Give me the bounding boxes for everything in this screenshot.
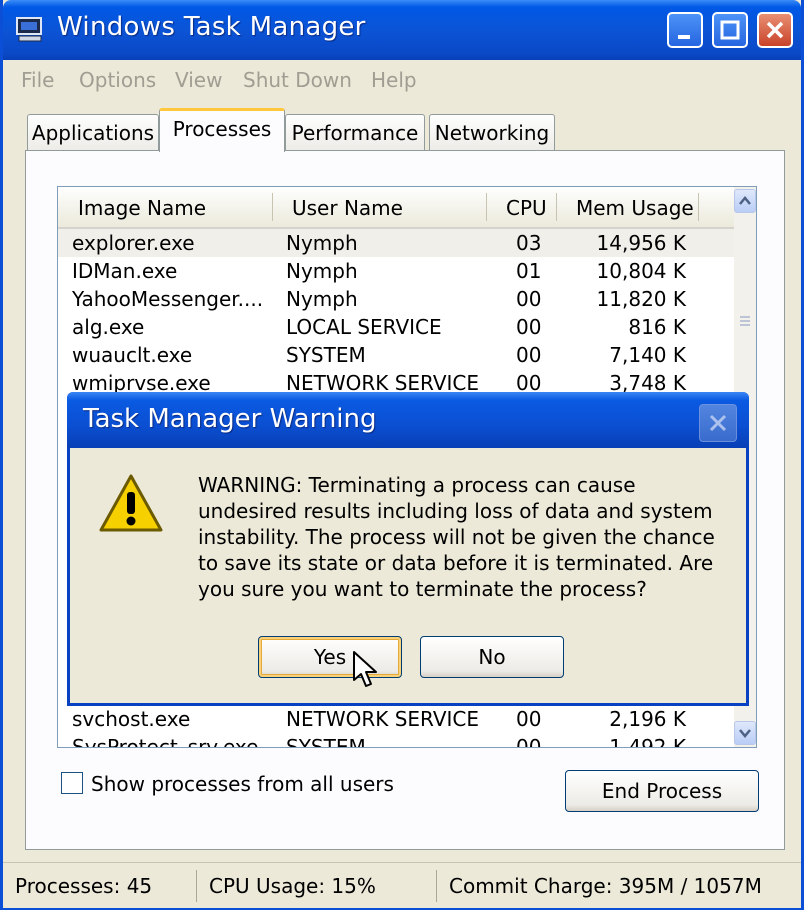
menu-file[interactable]: File bbox=[21, 68, 54, 92]
mem-usage-cell: 10,804 K bbox=[596, 259, 686, 283]
user-name-cell: Nymph bbox=[286, 231, 358, 255]
user-name-cell: Nymph bbox=[286, 287, 358, 311]
column-cpu[interactable]: CPU bbox=[506, 196, 547, 220]
warning-message: WARNING: Terminating a process can cause… bbox=[198, 473, 715, 601]
table-row[interactable]: wuauclt.exe SYSTEM 00 7,140 K bbox=[58, 341, 734, 369]
mouse-pointer-icon bbox=[353, 651, 377, 687]
mem-usage-cell: 7,140 K bbox=[609, 343, 686, 367]
image-name-cell: YahooMessenger.... bbox=[72, 287, 264, 311]
show-all-users-checkbox[interactable] bbox=[61, 772, 83, 794]
menu-options[interactable]: Options bbox=[79, 68, 156, 92]
column-mem-usage[interactable]: Mem Usage bbox=[576, 196, 694, 220]
yes-button[interactable]: Yes bbox=[258, 636, 402, 678]
close-icon bbox=[709, 414, 727, 432]
tab-processes[interactable]: Processes bbox=[159, 108, 285, 152]
maximize-button[interactable] bbox=[712, 12, 748, 48]
chevron-up-icon bbox=[739, 196, 751, 205]
image-name-cell: wuauclt.exe bbox=[72, 343, 193, 367]
table-row[interactable]: IDMan.exe Nymph 01 10,804 K bbox=[58, 257, 734, 285]
chevron-down-icon bbox=[739, 729, 751, 738]
title-bar[interactable]: Windows Task Manager bbox=[3, 0, 801, 60]
status-processes: Processes: 45 bbox=[7, 870, 197, 902]
user-name-cell: NETWORK SERVICE bbox=[286, 707, 480, 731]
tab-networking[interactable]: Networking bbox=[429, 114, 555, 152]
user-name-cell: SYSTEM bbox=[286, 343, 366, 367]
user-name-cell: SYSTEM bbox=[286, 735, 366, 748]
status-commit-charge: Commit Charge: 395M / 1057M bbox=[449, 874, 762, 898]
column-user-name[interactable]: User Name bbox=[292, 196, 403, 220]
table-row[interactable]: svchost.exe NETWORK SERVICE 00 2,196 K bbox=[58, 705, 734, 733]
minimize-button[interactable] bbox=[667, 12, 703, 48]
scroll-up-button[interactable] bbox=[734, 189, 756, 213]
image-name-cell: explorer.exe bbox=[72, 231, 195, 255]
user-name-cell: Nymph bbox=[286, 259, 358, 283]
image-name-cell: SysProtect_srv.exe bbox=[72, 735, 259, 748]
end-process-button[interactable]: End Process bbox=[565, 770, 759, 812]
table-row[interactable]: YahooMessenger.... Nymph 00 11,820 K bbox=[58, 285, 734, 313]
table-row[interactable]: alg.exe LOCAL SERVICE 00 816 K bbox=[58, 313, 734, 341]
task-manager-warning-dialog: Task Manager Warning WARNING: Terminatin… bbox=[67, 392, 749, 706]
scroll-down-button[interactable] bbox=[734, 721, 756, 745]
dialog-close-button[interactable] bbox=[699, 404, 737, 442]
column-divider[interactable] bbox=[486, 193, 487, 221]
user-name-cell: LOCAL SERVICE bbox=[286, 315, 442, 339]
column-image-name[interactable]: Image Name bbox=[78, 196, 206, 220]
maximize-icon bbox=[720, 20, 740, 40]
close-icon bbox=[766, 21, 784, 39]
window-title: Windows Task Manager bbox=[57, 12, 366, 42]
status-cpu-usage: CPU Usage: 15% bbox=[201, 870, 437, 902]
mem-usage-cell: 2,196 K bbox=[609, 707, 686, 731]
column-divider[interactable] bbox=[272, 193, 273, 221]
close-button[interactable] bbox=[757, 12, 793, 48]
minimize-icon bbox=[678, 35, 690, 39]
mem-usage-cell: 1,492 K bbox=[609, 735, 686, 748]
dialog-title: Task Manager Warning bbox=[83, 404, 377, 434]
image-name-cell: alg.exe bbox=[72, 315, 145, 339]
dialog-title-bar[interactable]: Task Manager Warning bbox=[67, 392, 749, 448]
column-divider[interactable] bbox=[556, 193, 557, 221]
table-row[interactable]: explorer.exe Nymph 03 14,956 K bbox=[58, 229, 734, 257]
warning-triangle-icon bbox=[99, 474, 163, 532]
grip-icon bbox=[740, 316, 750, 326]
menu-shut-down[interactable]: Shut Down bbox=[243, 68, 352, 92]
tab-applications[interactable]: Applications bbox=[27, 114, 159, 152]
show-all-users-label[interactable]: Show processes from all users bbox=[91, 772, 394, 796]
task-manager-icon bbox=[16, 17, 42, 42]
tab-performance[interactable]: Performance bbox=[285, 114, 425, 152]
menu-help[interactable]: Help bbox=[371, 68, 417, 92]
table-row[interactable]: SysProtect_srv.exe SYSTEM 00 1,492 K bbox=[58, 733, 734, 748]
mem-usage-cell: 14,956 K bbox=[596, 231, 686, 255]
column-divider[interactable] bbox=[698, 193, 699, 221]
scroll-thumb[interactable] bbox=[735, 307, 755, 337]
mem-usage-cell: 11,820 K bbox=[596, 287, 686, 311]
no-button[interactable]: No bbox=[420, 636, 564, 678]
menu-view[interactable]: View bbox=[175, 68, 222, 92]
task-manager-window: Windows Task Manager File Options View S… bbox=[0, 0, 804, 910]
image-name-cell: IDMan.exe bbox=[72, 259, 178, 283]
mem-usage-cell: 816 K bbox=[628, 315, 686, 339]
image-name-cell: svchost.exe bbox=[72, 707, 191, 731]
process-list-header: Image Name User Name CPU Mem Usage bbox=[58, 187, 734, 229]
